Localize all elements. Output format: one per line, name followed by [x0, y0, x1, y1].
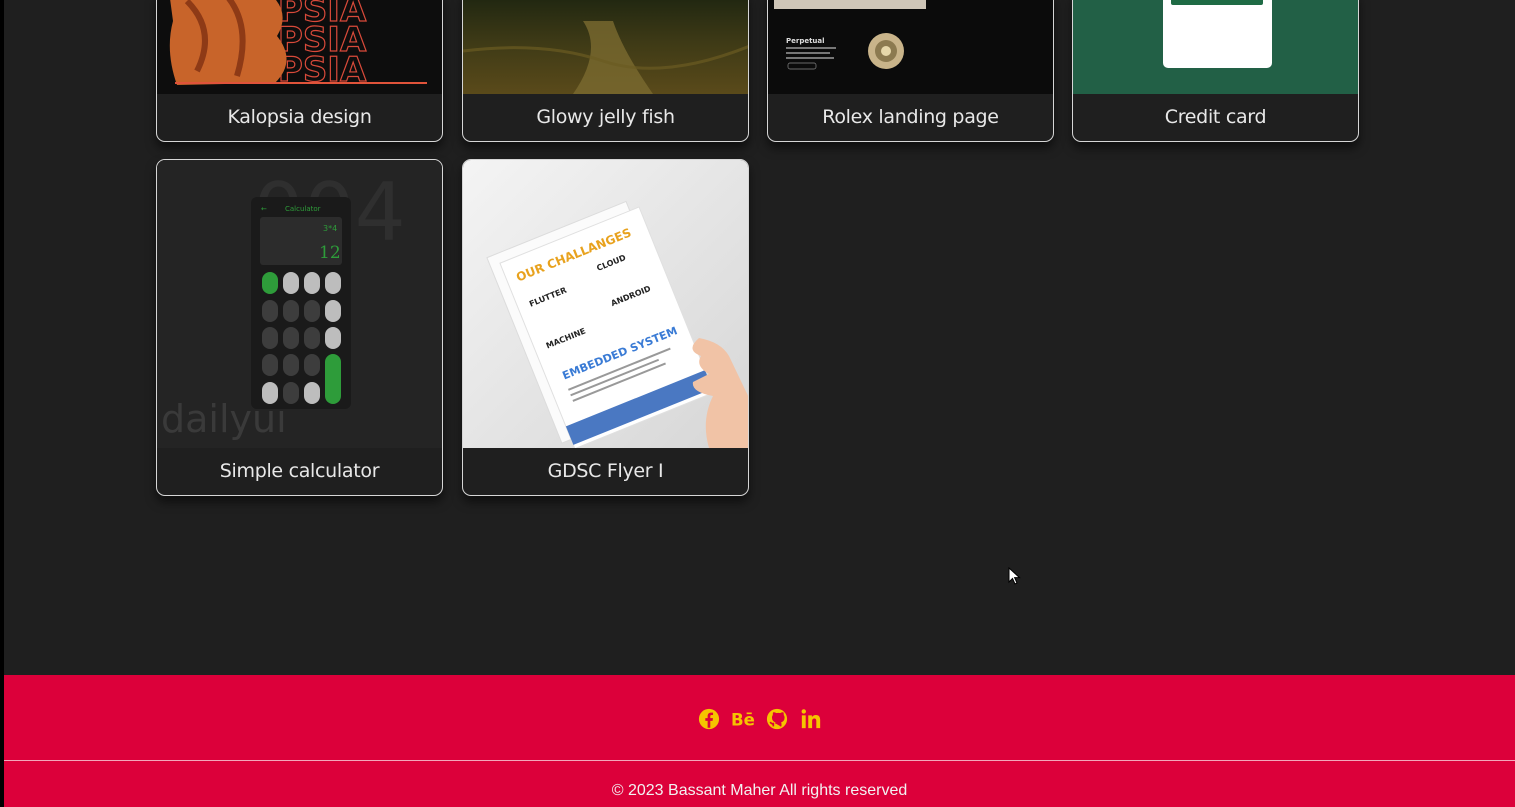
project-thumbnail: OUR CHALLANGES FLUTTER CLOUD MACHINE AND… [463, 160, 748, 448]
project-title: Rolex landing page [822, 106, 999, 128]
social-links: Bē [4, 704, 1515, 734]
project-card-rolex[interactable]: Perpetual Rolex landing page [767, 0, 1054, 142]
page: OPSIA OPSIA OPSIA Kalopsia design Glowy … [4, 0, 1515, 807]
project-card-gdsc-flyer[interactable]: OUR CHALLANGES FLUTTER CLOUD MACHINE AND… [462, 159, 749, 496]
project-thumbnail: OPSIA OPSIA OPSIA [157, 0, 442, 94]
behance-icon[interactable]: Bē [731, 707, 755, 731]
project-card-jellyfish[interactable]: Glowy jelly fish [462, 0, 749, 142]
project-thumbnail [463, 0, 748, 94]
linkedin-icon[interactable] [799, 707, 823, 731]
rolex-thumb-heading: Perpetual [786, 37, 825, 45]
project-card-kalopsia[interactable]: OPSIA OPSIA OPSIA Kalopsia design [156, 0, 443, 142]
project-title: Simple calculator [219, 460, 380, 482]
svg-text:Bē: Bē [731, 710, 755, 729]
svg-text:←: ← [261, 205, 267, 213]
mouse-cursor-icon [1008, 567, 1021, 585]
calc-app-title: Calculator [285, 205, 321, 213]
footer: Bē © 2023 Bassant Maher All rights reser… [4, 675, 1515, 807]
project-card-credit-card[interactable]: Credit card [1072, 0, 1359, 142]
github-icon[interactable] [765, 707, 789, 731]
project-title: Glowy jelly fish [536, 106, 675, 128]
project-thumbnail [1073, 0, 1358, 94]
facebook-icon[interactable] [697, 707, 721, 731]
calc-expression: 3*4 [323, 224, 337, 233]
project-title: Credit card [1164, 106, 1267, 128]
project-title: GDSC Flyer I [547, 460, 664, 482]
project-thumbnail: Perpetual [768, 0, 1053, 94]
footer-divider [4, 760, 1515, 761]
calc-result: 12 [319, 243, 341, 263]
project-card-calculator[interactable]: 004 dailyui ← Calculator 3*4 12 [156, 159, 443, 496]
project-title: Kalopsia design [227, 106, 372, 128]
copyright-text: © 2023 Bassant Maher All rights reserved [611, 782, 908, 799]
project-thumbnail: 004 dailyui ← Calculator 3*4 12 [157, 160, 442, 448]
